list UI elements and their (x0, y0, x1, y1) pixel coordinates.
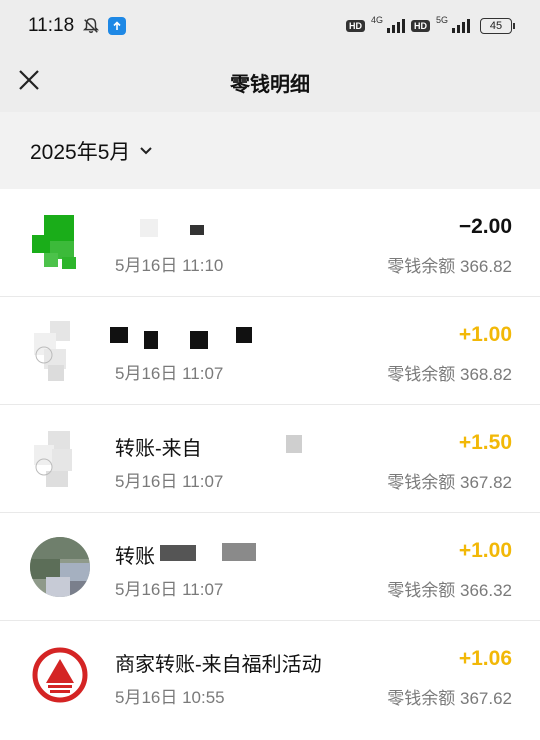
redaction-mark (236, 327, 252, 343)
redaction-mark (110, 327, 128, 343)
transaction-amount: +1.50 (458, 431, 512, 454)
transaction-title: 转账-来自 (115, 438, 202, 460)
signal-icon (386, 19, 405, 33)
transaction-title: 商家转账-来自福利活动 (115, 654, 322, 676)
transaction-date: 5月16日 11:07 (115, 364, 224, 383)
transaction-amount: +1.00 (458, 323, 512, 346)
user-avatar-icon (30, 321, 90, 381)
transaction-balance: 零钱余额 366.32 (387, 581, 512, 600)
transaction-row[interactable]: 5月16日 11:07 +1.00 零钱余额 368.82 (0, 297, 540, 405)
transaction-list: 5月16日 11:10 −2.00 零钱余额 366.82 5月16日 11:0… (0, 189, 540, 729)
upload-icon (108, 17, 127, 35)
net-label-1: 4G (370, 15, 383, 25)
transaction-row[interactable]: 转账 5月16日 11:07 +1.00 零钱余额 366.32 (0, 513, 540, 621)
page-title: 零钱明细 (230, 73, 310, 96)
transaction-row[interactable]: 商家转账-来自福利活动 5月16日 10:55 +1.06 零钱余额 367.6… (0, 621, 540, 729)
status-bar: 11:18 HD 4G HD 5G 45 (0, 0, 540, 52)
transaction-title: 转账 (115, 546, 155, 568)
close-icon[interactable] (16, 67, 42, 93)
redaction-mark (190, 331, 208, 349)
transaction-date: 5月16日 11:07 (115, 472, 224, 491)
battery-icon: 45 (480, 18, 515, 34)
transaction-balance: 零钱余额 368.82 (387, 365, 512, 384)
transaction-amount: −2.00 (458, 215, 512, 238)
status-time: 11:18 (28, 15, 75, 36)
hd-badge-2: HD (410, 20, 430, 32)
redaction-mark (144, 331, 158, 349)
redaction-mark (286, 435, 302, 453)
month-label: 2025年5月 (30, 140, 131, 164)
transaction-date: 5月16日 11:10 (115, 256, 224, 275)
month-filter-bar: 2025年5月 (0, 112, 540, 189)
bell-muted-icon (83, 18, 100, 34)
title-bar: 零钱明细 (0, 52, 540, 112)
status-indicators: HD 4G HD 5G 45 (345, 15, 515, 34)
transaction-row[interactable]: 转账-来自 5月16日 11:07 +1.50 零钱余额 367.82 (0, 405, 540, 513)
signal-icon-2 (452, 19, 470, 33)
redaction-mark (160, 545, 196, 561)
hd-badge: HD (345, 20, 365, 32)
transaction-balance: 零钱余额 367.82 (387, 473, 512, 492)
transaction-date: 5月16日 11:07 (115, 580, 224, 599)
photo-avatar-icon (30, 537, 90, 597)
transaction-balance: 零钱余额 367.62 (387, 689, 512, 708)
transaction-amount: +1.00 (458, 539, 512, 562)
green-avatar-icon (30, 213, 90, 273)
merchant-logo-icon (30, 645, 90, 705)
redaction-mark (190, 225, 204, 235)
redaction-mark (140, 219, 158, 237)
transaction-row[interactable]: 5月16日 11:10 −2.00 零钱余额 366.82 (0, 189, 540, 297)
redaction-mark (222, 543, 256, 561)
chevron-down-icon (140, 146, 153, 154)
transaction-amount: +1.06 (458, 647, 512, 670)
net-label-2: 5G (435, 15, 448, 25)
transaction-date: 5月16日 10:55 (115, 688, 225, 707)
transaction-balance: 零钱余额 366.82 (387, 257, 512, 276)
month-selector[interactable]: 2025年5月 (30, 136, 154, 166)
user-avatar-icon (30, 429, 90, 489)
